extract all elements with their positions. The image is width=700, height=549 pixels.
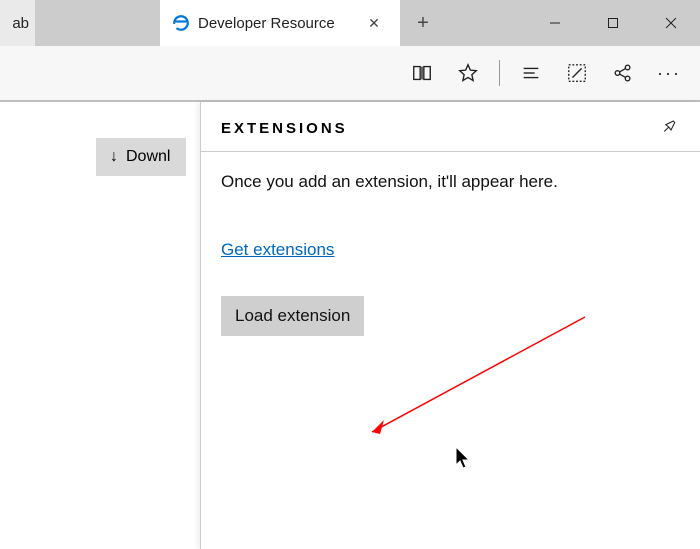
more-button[interactable]: ··· <box>648 52 690 94</box>
web-note-button[interactable] <box>556 52 598 94</box>
load-extension-button[interactable]: Load extension <box>221 296 364 336</box>
tab-active-title: Developer Resource <box>198 15 352 32</box>
panel-body: Once you add an extension, it'll appear … <box>201 152 700 356</box>
minimize-button[interactable] <box>526 0 584 46</box>
download-label: Downl <box>126 148 170 166</box>
content-area: ↓ Downl EXTENSIONS Once you add an exten… <box>0 100 700 549</box>
hub-button[interactable] <box>510 52 552 94</box>
window-controls <box>526 0 700 46</box>
plus-icon: + <box>417 12 429 35</box>
extensions-panel: EXTENSIONS Once you add an extension, it… <box>200 102 700 549</box>
reading-view-button[interactable] <box>401 52 443 94</box>
pin-icon <box>662 118 680 136</box>
maximize-icon <box>607 17 619 29</box>
edge-logo-icon <box>172 14 190 32</box>
download-icon: ↓ <box>110 148 118 166</box>
panel-title: EXTENSIONS <box>221 120 348 137</box>
tab-gap <box>35 0 160 46</box>
star-icon <box>457 62 479 84</box>
tab-close-icon[interactable]: ✕ <box>360 15 388 32</box>
favorites-button[interactable] <box>447 52 489 94</box>
panel-header: EXTENSIONS <box>201 102 700 152</box>
tab-partial-label: ab <box>12 15 29 32</box>
tab-active[interactable]: Developer Resource ✕ <box>160 0 400 46</box>
panel-message: Once you add an extension, it'll appear … <box>221 172 680 192</box>
hub-icon <box>520 62 542 84</box>
minimize-icon <box>549 17 561 29</box>
more-icon: ··· <box>657 63 681 84</box>
tab-partial-left[interactable]: ab <box>0 0 35 46</box>
share-button[interactable] <box>602 52 644 94</box>
close-icon <box>665 17 677 29</box>
titlebar-spacer <box>446 0 526 46</box>
new-tab-button[interactable]: + <box>400 0 446 46</box>
toolbar-divider <box>499 60 500 86</box>
close-window-button[interactable] <box>642 0 700 46</box>
toolbar: ··· <box>0 46 700 100</box>
get-extensions-link[interactable]: Get extensions <box>221 240 334 260</box>
maximize-button[interactable] <box>584 0 642 46</box>
download-button[interactable]: ↓ Downl <box>96 138 186 176</box>
pin-button[interactable] <box>662 118 680 139</box>
book-icon <box>411 62 433 84</box>
pen-icon <box>566 62 588 84</box>
share-icon <box>612 62 634 84</box>
titlebar: ab Developer Resource ✕ + <box>0 0 700 46</box>
